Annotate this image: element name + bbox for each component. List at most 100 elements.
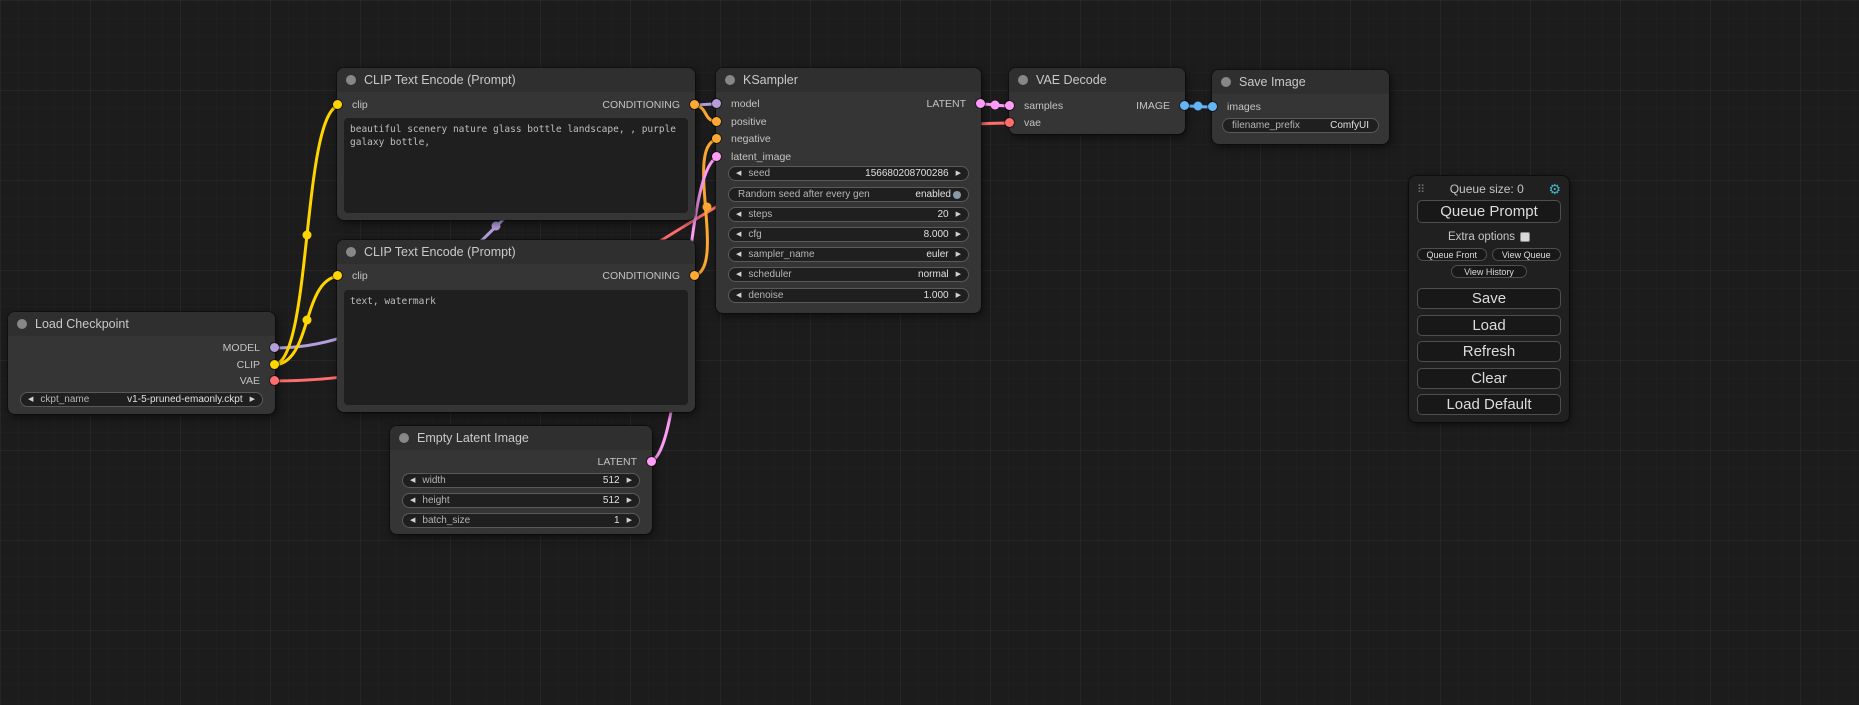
input-port-vae[interactable] <box>1005 118 1014 127</box>
widget-value: 1 <box>614 515 620 526</box>
collapse-dot[interactable] <box>346 75 356 85</box>
node-title: Empty Latent Image <box>417 426 529 450</box>
queue-prompt-button[interactable]: Queue Prompt <box>1417 200 1561 223</box>
collapse-dot[interactable] <box>1018 75 1028 85</box>
view-history-button[interactable]: View History <box>1451 265 1527 278</box>
arrow-left-icon[interactable]: ◀ <box>736 247 741 262</box>
output-port-conditioning[interactable] <box>690 271 699 280</box>
view-queue-button[interactable]: View Queue <box>1492 248 1562 261</box>
toggle-dot[interactable] <box>953 191 961 199</box>
arrow-left-icon[interactable]: ◀ <box>410 473 415 488</box>
widget-label: cfg <box>748 229 761 240</box>
widget-value: normal <box>918 269 949 280</box>
collapse-dot[interactable] <box>17 319 27 329</box>
arrow-right-icon[interactable]: ▶ <box>956 207 961 222</box>
prompt-textarea[interactable]: beautiful scenery nature glass bottle la… <box>344 118 688 213</box>
input-port-positive[interactable] <box>712 117 721 126</box>
widget-cfg[interactable]: ◀ cfg 8.000 ▶ <box>728 227 969 242</box>
widget-random-seed-toggle[interactable]: Random seed after every gen enabled <box>728 187 969 202</box>
widget-ckpt-name[interactable]: ◀ ckpt_name v1-5-pruned-emaonly.ckpt ▶ <box>20 392 263 407</box>
widget-seed[interactable]: ◀ seed 156680208700286 ▶ <box>728 166 969 181</box>
widget-label: scheduler <box>748 269 791 280</box>
arrow-right-icon[interactable]: ▶ <box>956 227 961 242</box>
input-port-images[interactable] <box>1208 102 1217 111</box>
node-title-bar[interactable]: Empty Latent Image <box>390 426 652 450</box>
widget-batch-size[interactable]: ◀ batch_size 1 ▶ <box>402 513 640 528</box>
arrow-left-icon[interactable]: ◀ <box>736 227 741 242</box>
input-label-model: model <box>731 98 760 110</box>
output-port-image[interactable] <box>1180 101 1189 110</box>
widget-label: seed <box>748 168 770 179</box>
collapse-dot[interactable] <box>1221 77 1231 87</box>
widget-label: ckpt_name <box>40 394 89 405</box>
prompt-textarea[interactable]: text, watermark <box>344 290 688 405</box>
queue-front-button[interactable]: Queue Front <box>1417 248 1487 261</box>
save-button[interactable]: Save <box>1417 288 1561 309</box>
arrow-right-icon[interactable]: ▶ <box>956 166 961 181</box>
collapse-dot[interactable] <box>399 433 409 443</box>
menu-header: ⠿ Queue size: 0 ⚙ <box>1417 181 1561 197</box>
input-port-negative[interactable] <box>712 134 721 143</box>
output-port-model[interactable] <box>270 343 279 352</box>
arrow-left-icon[interactable]: ◀ <box>410 513 415 528</box>
input-port-model[interactable] <box>712 99 721 108</box>
arrow-left-icon[interactable]: ◀ <box>736 267 741 282</box>
output-label-model: MODEL <box>223 342 260 354</box>
input-port-clip[interactable] <box>333 100 342 109</box>
node-title-bar[interactable]: VAE Decode <box>1009 68 1185 92</box>
collapse-dot[interactable] <box>346 247 356 257</box>
wire-clip-negative-midpoint-dot <box>303 316 312 325</box>
widget-value: 512 <box>603 495 620 506</box>
arrow-left-icon[interactable]: ◀ <box>410 493 415 508</box>
output-label-image: IMAGE <box>1136 100 1170 112</box>
arrow-right-icon[interactable]: ▶ <box>627 513 632 528</box>
node-title-bar[interactable]: CLIP Text Encode (Prompt) <box>337 68 695 92</box>
refresh-button[interactable]: Refresh <box>1417 341 1561 362</box>
input-label-images: images <box>1227 101 1261 113</box>
widget-height[interactable]: ◀ height 512 ▶ <box>402 493 640 508</box>
widget-label: Random seed after every gen <box>738 189 870 200</box>
settings-gear-icon[interactable]: ⚙ <box>1548 182 1561 196</box>
clear-button[interactable]: Clear <box>1417 368 1561 389</box>
arrow-left-icon[interactable]: ◀ <box>736 288 741 303</box>
output-port-clip[interactable] <box>270 360 279 369</box>
input-port-samples[interactable] <box>1005 101 1014 110</box>
node-title-bar[interactable]: KSampler <box>716 68 981 92</box>
load-button[interactable]: Load <box>1417 315 1561 336</box>
arrow-left-icon[interactable]: ◀ <box>736 207 741 222</box>
drag-handle-icon[interactable]: ⠿ <box>1417 183 1425 196</box>
node-title-bar[interactable]: Save Image <box>1212 70 1389 94</box>
load-default-button[interactable]: Load Default <box>1417 394 1561 415</box>
node-save-image: Save Image images filename_prefix ComfyU… <box>1212 70 1389 144</box>
widget-steps[interactable]: ◀ steps 20 ▶ <box>728 207 969 222</box>
output-port-vae[interactable] <box>270 376 279 385</box>
input-label-clip: clip <box>352 99 368 111</box>
arrow-right-icon[interactable]: ▶ <box>956 267 961 282</box>
node-title: Load Checkpoint <box>35 312 129 336</box>
arrow-right-icon[interactable]: ▶ <box>627 493 632 508</box>
output-label-vae: VAE <box>240 375 260 387</box>
widget-sampler-name[interactable]: ◀ sampler_name euler ▶ <box>728 247 969 262</box>
output-label-latent: LATENT <box>927 98 966 110</box>
node-title-bar[interactable]: CLIP Text Encode (Prompt) <box>337 240 695 264</box>
extra-options-row: Extra options <box>1409 231 1569 243</box>
widget-scheduler[interactable]: ◀ scheduler normal ▶ <box>728 267 969 282</box>
arrow-right-icon[interactable]: ▶ <box>250 392 255 407</box>
node-title: CLIP Text Encode (Prompt) <box>364 68 516 92</box>
extra-options-checkbox[interactable] <box>1520 232 1530 242</box>
widget-denoise[interactable]: ◀ denoise 1.000 ▶ <box>728 288 969 303</box>
arrow-left-icon[interactable]: ◀ <box>28 392 33 407</box>
arrow-right-icon[interactable]: ▶ <box>627 473 632 488</box>
widget-filename-prefix[interactable]: filename_prefix ComfyUI <box>1222 118 1379 133</box>
arrow-left-icon[interactable]: ◀ <box>736 166 741 181</box>
arrow-right-icon[interactable]: ▶ <box>956 288 961 303</box>
arrow-right-icon[interactable]: ▶ <box>956 247 961 262</box>
output-port-conditioning[interactable] <box>690 100 699 109</box>
node-title-bar[interactable]: Load Checkpoint <box>8 312 275 336</box>
output-port-latent[interactable] <box>976 99 985 108</box>
input-port-clip[interactable] <box>333 271 342 280</box>
output-port-latent[interactable] <box>647 457 656 466</box>
widget-width[interactable]: ◀ width 512 ▶ <box>402 473 640 488</box>
collapse-dot[interactable] <box>725 75 735 85</box>
input-port-latent-image[interactable] <box>712 152 721 161</box>
